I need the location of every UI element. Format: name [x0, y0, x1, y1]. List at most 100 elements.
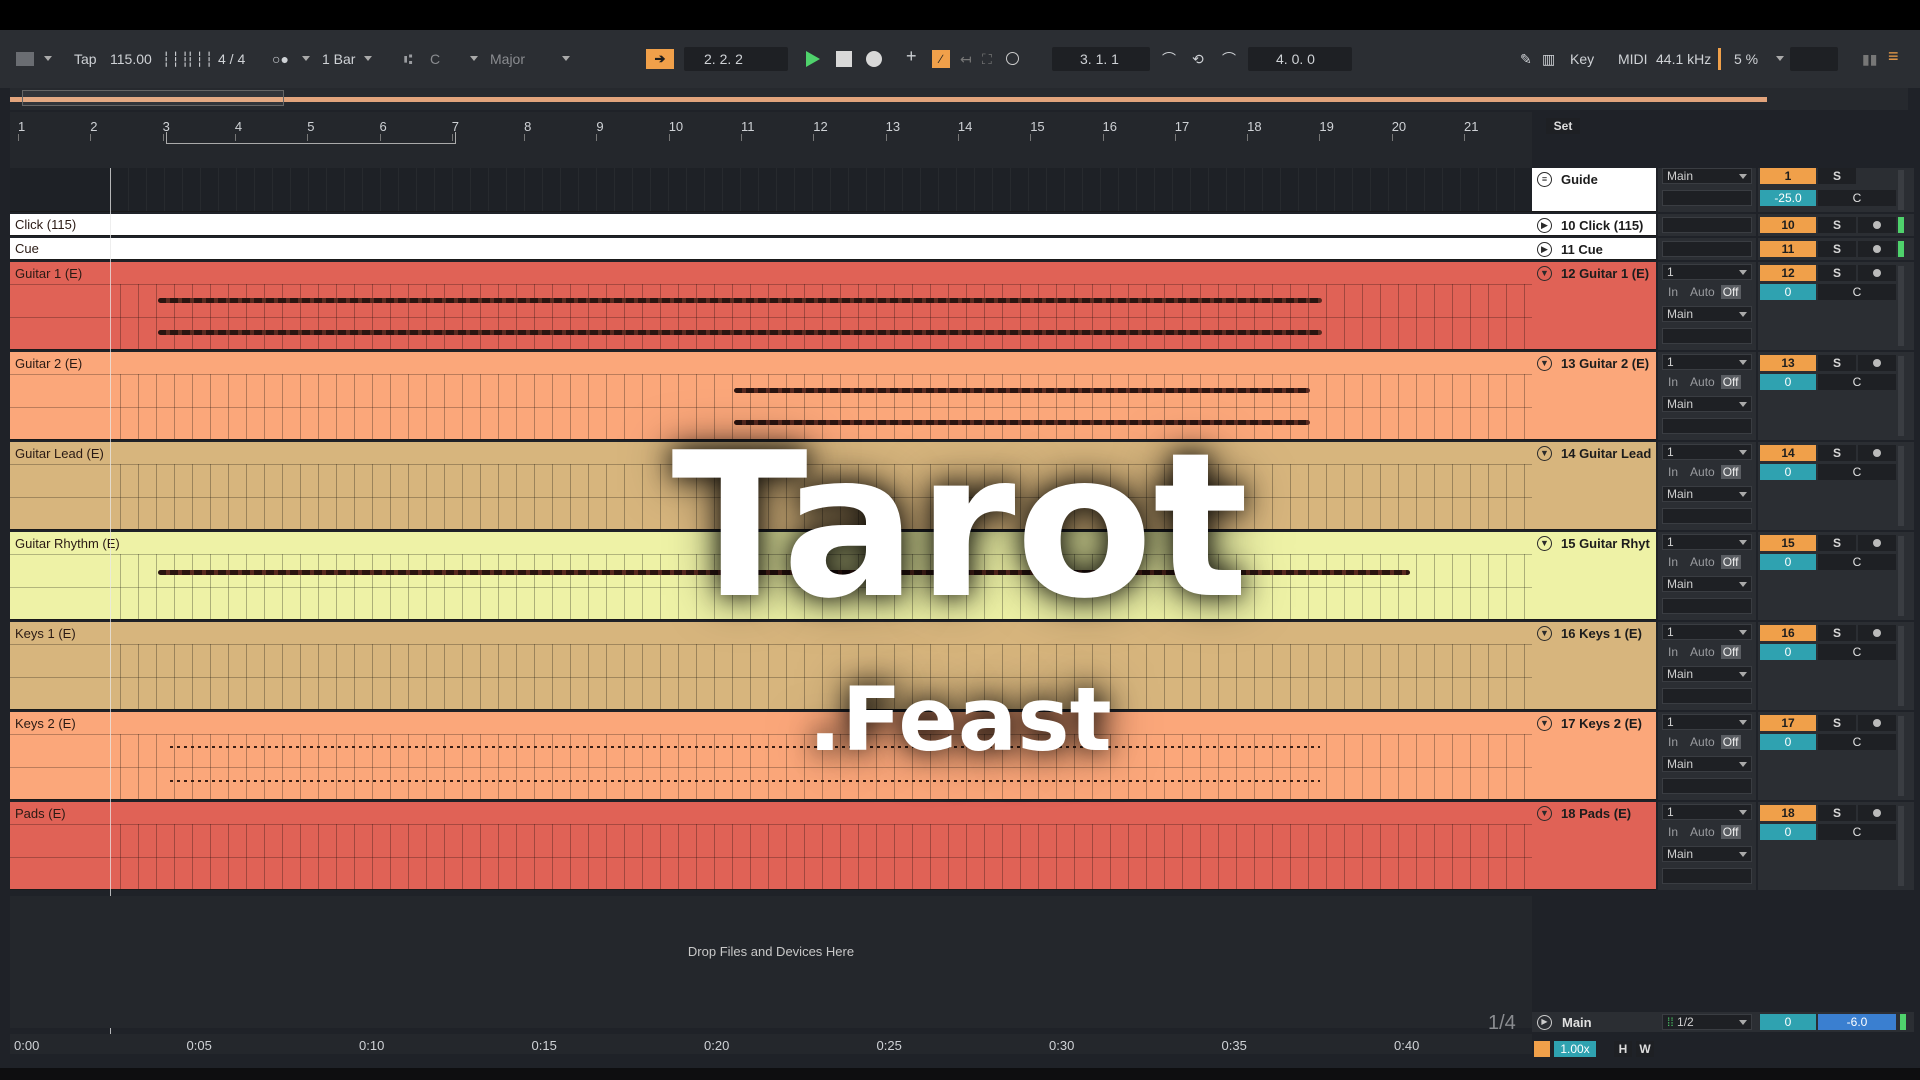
- output-select[interactable]: Main: [1662, 306, 1752, 322]
- monitor-switch[interactable]: In Auto Off: [1662, 554, 1752, 570]
- track-lane[interactable]: Guitar 1 (E): [10, 262, 1532, 350]
- arm-record-button[interactable]: [1858, 355, 1896, 371]
- overview-visible-window[interactable]: [22, 90, 284, 106]
- output-channel-select[interactable]: [1662, 598, 1752, 614]
- track-header[interactable]: ▼ 14 Guitar Lead: [1532, 442, 1656, 530]
- volume-field[interactable]: 0: [1760, 464, 1816, 480]
- drop-area[interactable]: Drop Files and Devices Here: [10, 896, 1532, 1028]
- output-select[interactable]: [1662, 241, 1752, 257]
- arrangement-overview[interactable]: [10, 88, 1908, 110]
- output-channel-select[interactable]: [1662, 868, 1752, 884]
- tempo-field[interactable]: 115.00: [110, 51, 152, 67]
- back-to-arrangement-icon[interactable]: ↤: [960, 51, 972, 67]
- computer-keyboard-icon[interactable]: ▥: [1542, 51, 1555, 67]
- key-map-button[interactable]: Key: [1570, 51, 1594, 67]
- nudge-up-icon[interactable]: ┆┆┆: [186, 51, 214, 67]
- chevron-down-icon[interactable]: ▼: [1537, 266, 1552, 281]
- input-select[interactable]: 1: [1662, 444, 1752, 460]
- scale-menu[interactable]: Major: [490, 51, 525, 67]
- arm-record-button[interactable]: [1858, 445, 1896, 461]
- pan-field[interactable]: C: [1818, 464, 1896, 480]
- group-icon[interactable]: ≡: [1537, 172, 1552, 187]
- pan-field[interactable]: C: [1818, 824, 1896, 840]
- menu-icon[interactable]: ≡: [1888, 47, 1899, 65]
- arm-record-button[interactable]: [1858, 805, 1896, 821]
- monitor-switch[interactable]: In Auto Off: [1662, 824, 1752, 840]
- chevron-down-icon[interactable]: [302, 56, 310, 61]
- arm-record-button[interactable]: [1858, 535, 1896, 551]
- punch-out-icon[interactable]: ⌒: [1222, 51, 1236, 67]
- beat-time-ruler[interactable]: 1 2 3 4 5 6 7 8 9 10 11 12 13 14 15 16 17 18 19 20 21: [10, 112, 1532, 168]
- track-header[interactable]: ▶ 11 Cue: [1532, 238, 1656, 260]
- key-menu[interactable]: C: [430, 51, 440, 67]
- track-activator[interactable]: 15: [1760, 535, 1816, 551]
- chevron-down-icon[interactable]: ▼: [1537, 446, 1552, 461]
- w-button[interactable]: W: [1636, 1041, 1654, 1057]
- chevron-down-icon[interactable]: ▼: [1537, 356, 1552, 371]
- track-header[interactable]: ▶ 10 Click (115): [1532, 214, 1656, 236]
- volume-field[interactable]: 0: [1760, 554, 1816, 570]
- pan-field[interactable]: C: [1818, 644, 1896, 660]
- output-channel-select[interactable]: [1662, 688, 1752, 704]
- volume-field[interactable]: -25.0: [1760, 190, 1816, 206]
- track-activator[interactable]: 11: [1760, 241, 1816, 257]
- volume-field[interactable]: 0: [1760, 374, 1816, 390]
- track-activator[interactable]: 1: [1760, 168, 1816, 184]
- chevron-down-icon[interactable]: ▼: [1537, 536, 1552, 551]
- track-lane[interactable]: Click (115): [10, 214, 1532, 236]
- solo-button[interactable]: S: [1818, 241, 1856, 257]
- track-activator[interactable]: 14: [1760, 445, 1816, 461]
- pan-field[interactable]: C: [1818, 554, 1896, 570]
- chevron-down-icon[interactable]: [470, 56, 478, 61]
- track-lane[interactable]: Cue: [10, 238, 1532, 260]
- automation-arm-icon[interactable]: ∕: [932, 50, 950, 68]
- set-locator-button[interactable]: Set: [1546, 118, 1580, 134]
- monitor-switch[interactable]: In Auto Off: [1662, 464, 1752, 480]
- output-select[interactable]: Main: [1662, 396, 1752, 412]
- tap-button[interactable]: Tap: [74, 51, 97, 67]
- arm-record-button[interactable]: [1858, 217, 1896, 233]
- arm-record-button[interactable]: [1858, 241, 1896, 257]
- track-lane[interactable]: Pads (E): [10, 802, 1532, 890]
- track-header[interactable]: ▼ 13 Guitar 2 (E): [1532, 352, 1656, 440]
- session-record-icon[interactable]: [1006, 52, 1019, 65]
- zoom-field[interactable]: 1.00x: [1554, 1041, 1596, 1057]
- play-icon[interactable]: ▶: [1537, 218, 1552, 233]
- output-select[interactable]: Main: [1662, 756, 1752, 772]
- volume-field[interactable]: 0: [1760, 284, 1816, 300]
- track-header[interactable]: ▼ 18 Pads (E): [1532, 802, 1656, 890]
- monitor-switch[interactable]: In Auto Off: [1662, 374, 1752, 390]
- guide-lane[interactable]: [10, 168, 1532, 212]
- solo-button[interactable]: S: [1818, 535, 1856, 551]
- solo-button[interactable]: S: [1818, 355, 1856, 371]
- arm-record-button[interactable]: [1858, 715, 1896, 731]
- loop-start-field[interactable]: 3. 1. 1: [1080, 51, 1119, 67]
- input-select[interactable]: 1: [1662, 534, 1752, 550]
- midi-map-button[interactable]: MIDI: [1618, 51, 1648, 67]
- chevron-down-icon[interactable]: [44, 56, 52, 61]
- chevron-down-icon[interactable]: ▼: [1537, 806, 1552, 821]
- grid-size-label[interactable]: 1/4: [1488, 1012, 1516, 1035]
- time-ruler[interactable]: 0:00 0:05 0:10 0:15 0:20 0:25 0:30 0:35 0:40: [10, 1034, 1532, 1054]
- track-activator[interactable]: 12: [1760, 265, 1816, 281]
- time-signature-field[interactable]: 4 / 4: [218, 51, 245, 67]
- view-toggle-icon[interactable]: [16, 52, 34, 66]
- volume-field[interactable]: 0: [1760, 824, 1816, 840]
- track-activator[interactable]: 16: [1760, 625, 1816, 641]
- input-select[interactable]: 1: [1662, 264, 1752, 280]
- arm-record-button[interactable]: [1858, 265, 1896, 281]
- main-output-select[interactable]: ⁞⁞ 1/2: [1662, 1014, 1752, 1030]
- arm-record-button[interactable]: [1858, 625, 1896, 641]
- add-icon[interactable]: +: [906, 47, 917, 65]
- main-volume-field[interactable]: 0: [1760, 1014, 1816, 1030]
- loop-switch-icon[interactable]: ⟲: [1192, 51, 1204, 67]
- metronome-icon[interactable]: ○●: [272, 51, 289, 67]
- draw-mode-icon[interactable]: ✎: [1520, 51, 1532, 67]
- main-pan-field[interactable]: -6.0: [1818, 1014, 1896, 1030]
- output-select[interactable]: Main: [1662, 168, 1752, 184]
- solo-button[interactable]: S: [1818, 217, 1856, 233]
- capture-icon[interactable]: ⛶: [982, 51, 992, 67]
- track-header[interactable]: ▼ 15 Guitar Rhyt: [1532, 532, 1656, 620]
- track-activator[interactable]: 17: [1760, 715, 1816, 731]
- solo-button[interactable]: S: [1818, 265, 1856, 281]
